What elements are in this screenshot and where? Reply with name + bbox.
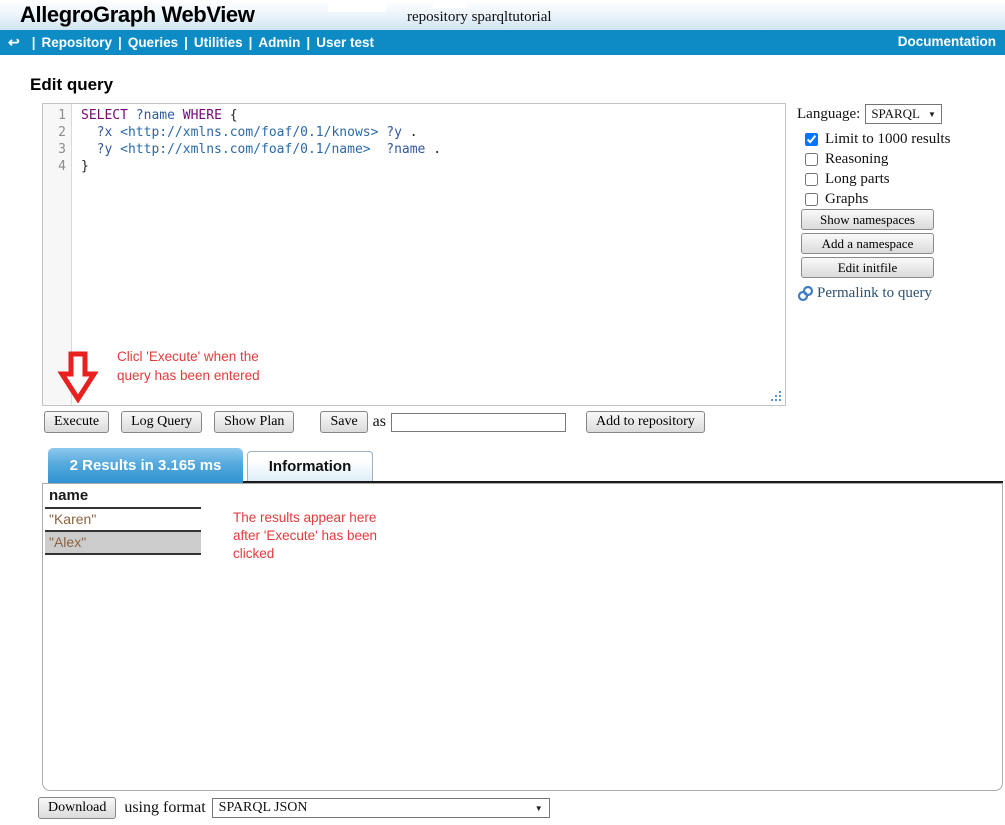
using-format-label: using format <box>124 799 205 817</box>
save-button[interactable]: Save <box>320 411 367 433</box>
language-row: Language: SPARQL ▼ <box>797 104 1005 124</box>
option-reasoning[interactable]: Reasoning <box>805 149 1005 169</box>
nav-separator: | <box>306 35 310 50</box>
download-button[interactable]: Download <box>38 797 116 819</box>
nav-separator: | <box>118 35 122 50</box>
add-namespace-button[interactable]: Add a namespace <box>801 233 934 254</box>
query-actions: Execute Log Query Show Plan Save as Add … <box>44 411 705 433</box>
reasoning-checkbox[interactable] <box>805 153 818 166</box>
code-token <box>81 142 97 157</box>
app-header: AllegroGraph WebView repository sparqltu… <box>0 0 1005 30</box>
show-namespaces-button[interactable]: Show namespaces <box>801 209 934 230</box>
code-token <box>371 142 387 157</box>
results-annotation-text: The results appear here after 'Execute' … <box>233 509 377 563</box>
nav-item-admin[interactable]: Admin <box>258 35 300 50</box>
option-graphs[interactable]: Graphs <box>805 189 1005 209</box>
line-number: 4 <box>43 158 66 175</box>
permalink-chain-icon <box>797 285 814 302</box>
app-title: AllegroGraph WebView <box>20 2 254 28</box>
code-token: ?y <box>386 125 402 140</box>
code-token <box>81 125 97 140</box>
long-parts-label: Long parts <box>825 171 890 188</box>
resize-grip-icon[interactable] <box>770 390 782 402</box>
page-title: Edit query <box>30 75 113 95</box>
query-options-panel: Language: SPARQL ▼ Limit to 1000 results… <box>795 104 1005 302</box>
code-token: . <box>425 142 441 157</box>
code-token: <http://xmlns.com/foaf/0.1/knows> <box>120 125 378 140</box>
nav-separator: | <box>184 35 188 50</box>
code-token: { <box>222 108 238 123</box>
nav-left: ↩ | Repository | Queries | Utilities | A… <box>8 34 374 51</box>
dropdown-arrow-icon: ▼ <box>535 804 543 813</box>
nav-separator: | <box>249 35 253 50</box>
download-row: Download using format SPARQL JSON ▼ <box>38 797 550 819</box>
execute-annotation-text: Clicl 'Execute' when the query has been … <box>117 347 260 385</box>
code-token: . <box>402 125 418 140</box>
back-icon[interactable]: ↩ <box>8 34 20 51</box>
option-long-parts[interactable]: Long parts <box>805 169 1005 189</box>
white-patch <box>328 0 386 12</box>
edit-initfile-button[interactable]: Edit initfile <box>801 257 934 278</box>
language-label: Language: <box>797 106 860 123</box>
nav-separator: | <box>32 35 36 50</box>
long-parts-checkbox[interactable] <box>805 173 818 186</box>
results-panel: name "Karen" "Alex" <box>42 483 1003 791</box>
code-token <box>112 125 120 140</box>
code-token: ?x <box>97 125 113 140</box>
nav-item-utilities[interactable]: Utilities <box>194 35 243 50</box>
nav-item-documentation[interactable]: Documentation <box>898 34 996 49</box>
code-line: } <box>81 158 785 175</box>
code-token: } <box>81 159 89 174</box>
result-row: "Alex" <box>45 532 201 555</box>
save-name-input[interactable] <box>391 413 566 432</box>
annotation-down-arrow-icon <box>57 351 99 408</box>
graphs-label: Graphs <box>825 191 868 208</box>
language-select-value: SPARQL <box>871 106 920 122</box>
save-as-label: as <box>373 413 386 431</box>
results-table: name "Karen" "Alex" <box>45 485 201 555</box>
code-token <box>112 142 120 157</box>
results-column-header: name <box>45 485 201 509</box>
tab-information[interactable]: Information <box>247 451 373 482</box>
code-token: WHERE <box>183 108 222 123</box>
code-token: ?name <box>386 142 425 157</box>
allegrograph-webview-screen: AllegroGraph WebView repository sparqltu… <box>0 0 1005 825</box>
result-row: "Karen" <box>45 509 201 532</box>
log-query-button[interactable]: Log Query <box>121 411 202 433</box>
repository-label: repository sparqltutorial <box>407 9 552 26</box>
format-select[interactable]: SPARQL JSON ▼ <box>212 798 550 818</box>
permalink-link[interactable]: Permalink to query <box>797 285 1005 302</box>
graphs-checkbox[interactable] <box>805 193 818 206</box>
line-number: 2 <box>43 124 66 141</box>
reasoning-label: Reasoning <box>825 151 888 168</box>
code-token <box>128 108 136 123</box>
limit-results-label: Limit to 1000 results <box>825 131 950 148</box>
line-number: 1 <box>43 107 66 124</box>
permalink-label: Permalink to query <box>817 285 932 302</box>
white-patch <box>433 0 467 8</box>
code-token: <http://xmlns.com/foaf/0.1/name> <box>120 142 370 157</box>
code-token: SELECT <box>81 108 128 123</box>
tab-results[interactable]: 2 Results in 3.165 ms <box>48 448 243 483</box>
code-token: ?y <box>97 142 113 157</box>
dropdown-arrow-icon: ▼ <box>928 110 936 119</box>
main-nav: ↩ | Repository | Queries | Utilities | A… <box>0 30 1005 55</box>
line-number: 3 <box>43 141 66 158</box>
show-plan-button[interactable]: Show Plan <box>214 411 294 433</box>
option-limit-results[interactable]: Limit to 1000 results <box>805 129 1005 149</box>
code-token: ?name <box>136 108 175 123</box>
limit-results-checkbox[interactable] <box>805 133 818 146</box>
nav-item-repository[interactable]: Repository <box>42 35 113 50</box>
code-token <box>175 108 183 123</box>
format-select-value: SPARQL JSON <box>219 800 308 816</box>
language-select[interactable]: SPARQL ▼ <box>865 104 942 124</box>
nav-item-user-test[interactable]: User test <box>316 35 374 50</box>
add-to-repository-button[interactable]: Add to repository <box>586 411 705 433</box>
code-line: ?x <http://xmlns.com/foaf/0.1/knows> ?y … <box>81 124 785 141</box>
code-line: SELECT ?name WHERE { <box>81 107 785 124</box>
execute-button[interactable]: Execute <box>44 411 109 433</box>
code-line: ?y <http://xmlns.com/foaf/0.1/name> ?nam… <box>81 141 785 158</box>
nav-item-queries[interactable]: Queries <box>128 35 178 50</box>
